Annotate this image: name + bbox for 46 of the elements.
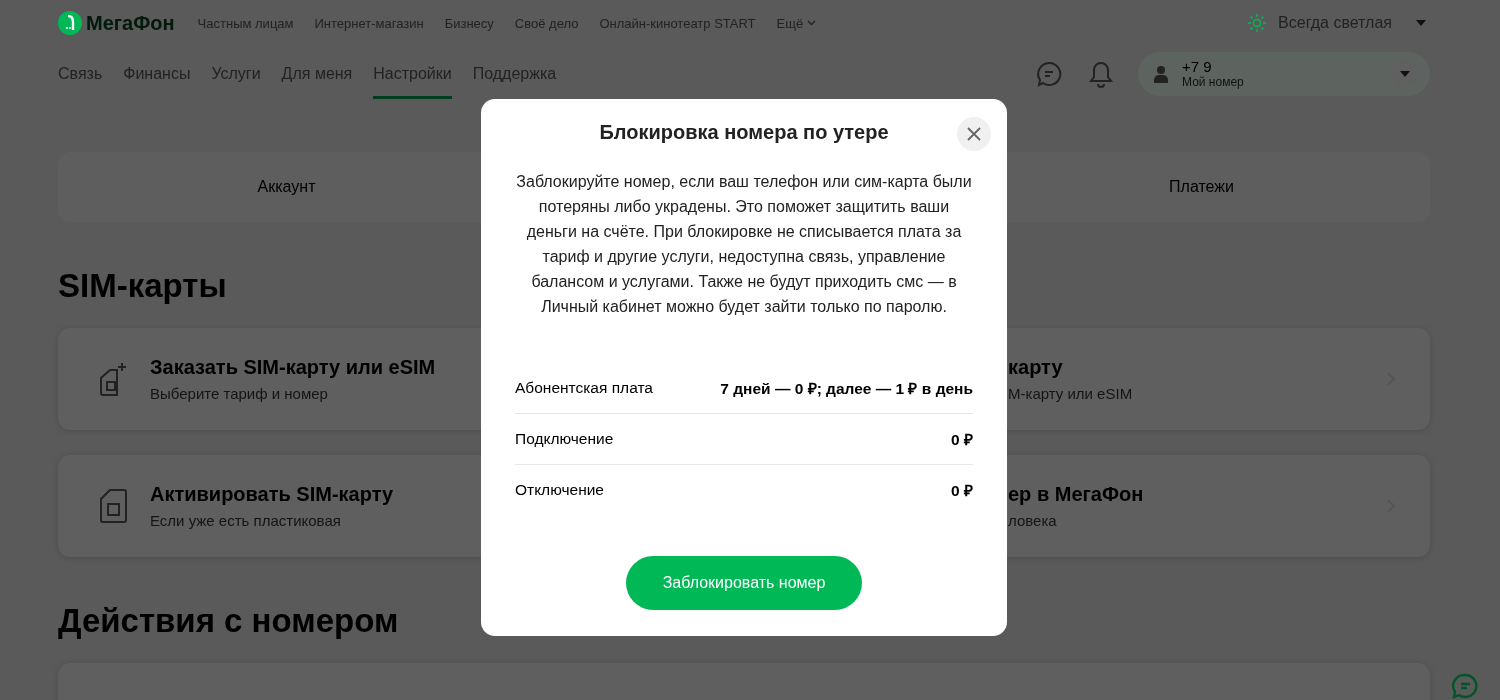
main-nav-tab[interactable]: Для меня — [281, 49, 353, 99]
card-subtitle: Если уже есть пластиковая — [150, 512, 341, 529]
caret-icon[interactable] — [1392, 61, 1418, 87]
section-heading: Действия с номером — [58, 601, 399, 641]
fee-value: 0 ₽ — [951, 430, 973, 450]
top-nav-link[interactable]: Своё дело — [514, 15, 579, 31]
close-icon[interactable] — [957, 117, 991, 151]
card-subtitle: Выберите тариф и номер — [150, 385, 328, 402]
card-subtitle: ловека — [1008, 512, 1057, 529]
main-nav-tab[interactable]: Поддержка — [472, 49, 557, 99]
person-icon — [1154, 65, 1168, 83]
theme-selector[interactable]: Всегда светлая — [1242, 13, 1432, 33]
fee-label: Подключение — [515, 430, 614, 448]
chat-icon[interactable] — [1451, 673, 1479, 699]
account-selector[interactable]: +7 9 Мой номер — [1138, 52, 1430, 96]
modal-title: Блокировка номера по утере — [599, 120, 889, 144]
sun-icon — [1248, 14, 1267, 32]
fee-label: Абонентская плата — [515, 379, 653, 397]
megafon-logo[interactable]: МегаФон — [58, 11, 175, 35]
top-nav-link[interactable]: Частным лицам — [197, 15, 294, 31]
card-title: Активировать SIM-карту — [150, 483, 394, 506]
more-link[interactable]: Ещё — [776, 15, 817, 31]
fee-value: 0 ₽ — [951, 481, 973, 501]
main-nav-tab[interactable]: Финансы — [123, 49, 191, 99]
phone-number: +7 9 — [1182, 59, 1213, 76]
caret-icon — [1416, 20, 1426, 26]
card-title: Заказать SIM-карту или eSIM — [150, 356, 436, 379]
sim-card-plus-icon — [100, 362, 128, 396]
account-label: Мой номер — [1182, 75, 1244, 89]
top-nav-link[interactable]: Бизнесу — [444, 15, 494, 31]
section-heading: SIM-карты — [58, 266, 227, 306]
chevron-down-icon — [807, 20, 817, 26]
top-nav-link[interactable]: Онлайн-кинотеатр START — [599, 15, 756, 31]
top-nav-link[interactable]: Интернет-магазин — [314, 15, 424, 31]
main-nav-tab[interactable]: Услуги — [211, 49, 261, 99]
main-nav-tab[interactable]: Связь — [58, 49, 103, 99]
card-title: ер в МегаФон — [1008, 483, 1144, 506]
main-nav-tab[interactable]: Настройки — [373, 49, 452, 99]
sim-card-icon — [100, 489, 128, 523]
bell-icon[interactable] — [1089, 60, 1113, 88]
fee-label: Отключение — [515, 481, 604, 499]
chat-icon[interactable] — [1035, 60, 1063, 88]
block-number-button[interactable]: Заблокировать номер — [626, 556, 862, 610]
card-subtitle: M-карту или eSIM — [1008, 385, 1133, 402]
modal-description: Заблокируйте номер, если ваш телефон или сим-карта были потеряны либо украдены. Это поможет защитить ваши деньги на счёте. При блокировке не списывается плата за тариф и другие услуги, недоступна связь, управление балансом и услугами. Также не будут приходить смс — в Личный кабинет можно будет зайти только по паролю. — [515, 172, 973, 317]
card-title: карту — [1008, 356, 1063, 379]
